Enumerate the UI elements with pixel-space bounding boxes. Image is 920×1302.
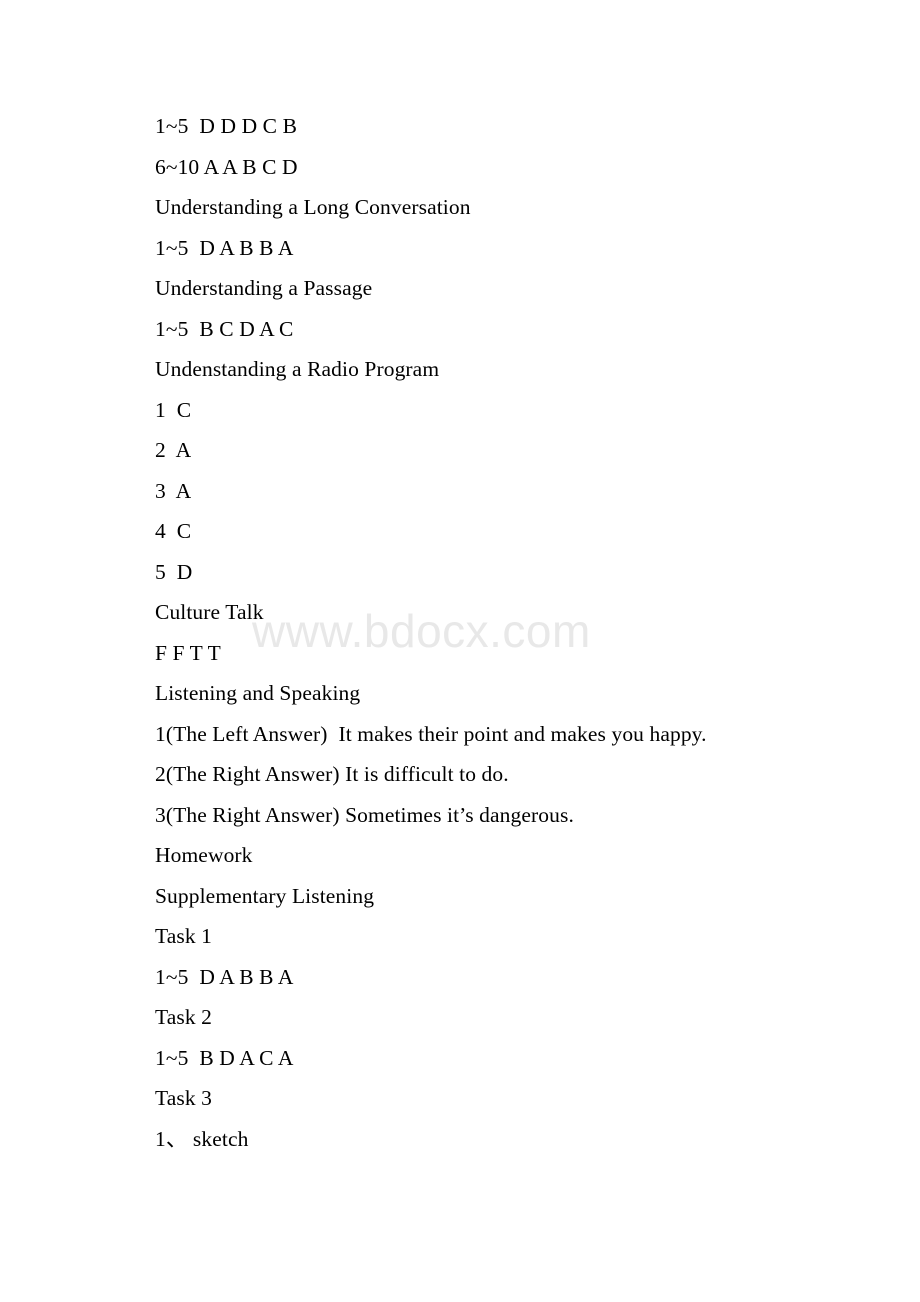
answer-line: 4 C: [155, 519, 192, 543]
section-heading: Understanding a Long Conversation: [155, 195, 471, 219]
answer-line: 1~5 D A B B A: [155, 235, 294, 260]
answer-line: 3(The Right Answer) Sometimes it’s dange…: [155, 802, 574, 827]
answer-line: 1~5 D D D C B: [155, 114, 298, 138]
answer-line: F F T T: [155, 640, 221, 665]
section-heading: Culture Talk: [155, 600, 264, 624]
section-heading: Task 3: [155, 1086, 213, 1110]
section-heading: Undenstanding a Radio Program: [155, 357, 440, 381]
answer-line: 1(The Left Answer) It makes their point …: [155, 721, 707, 746]
answer-line: 2(The Right Answer) It is difficult to d…: [155, 762, 509, 786]
section-heading: Task 2: [155, 1005, 213, 1029]
section-heading: Listening and Speaking: [155, 681, 361, 705]
answer-line: 3 A: [155, 478, 192, 503]
answer-line: 1 C: [155, 397, 192, 422]
section-heading: Homework: [155, 843, 253, 867]
document-text-body: 1~5 D D D C B 6~10 A A B C D Understanding…: [155, 106, 855, 1159]
answer-line: 1~5 B C D A C: [155, 316, 294, 341]
section-heading: Supplementary Listening: [155, 883, 375, 908]
document-page: www.bdocx.com 1~5 D D D C B 6~10 A A B C …: [0, 0, 920, 1302]
answer-line: 1、 sketch: [155, 1126, 249, 1151]
answer-line: 5 D: [155, 559, 193, 584]
answer-line: 2 A: [155, 438, 192, 462]
section-heading: Task 1: [155, 924, 213, 948]
answer-line: 6~10 A A B C D: [155, 154, 298, 179]
section-heading: Understanding a Passage: [155, 276, 373, 300]
answer-line: 1~5 B D A C A: [155, 1045, 294, 1070]
answer-line: 1~5 D A B B A: [155, 964, 294, 989]
